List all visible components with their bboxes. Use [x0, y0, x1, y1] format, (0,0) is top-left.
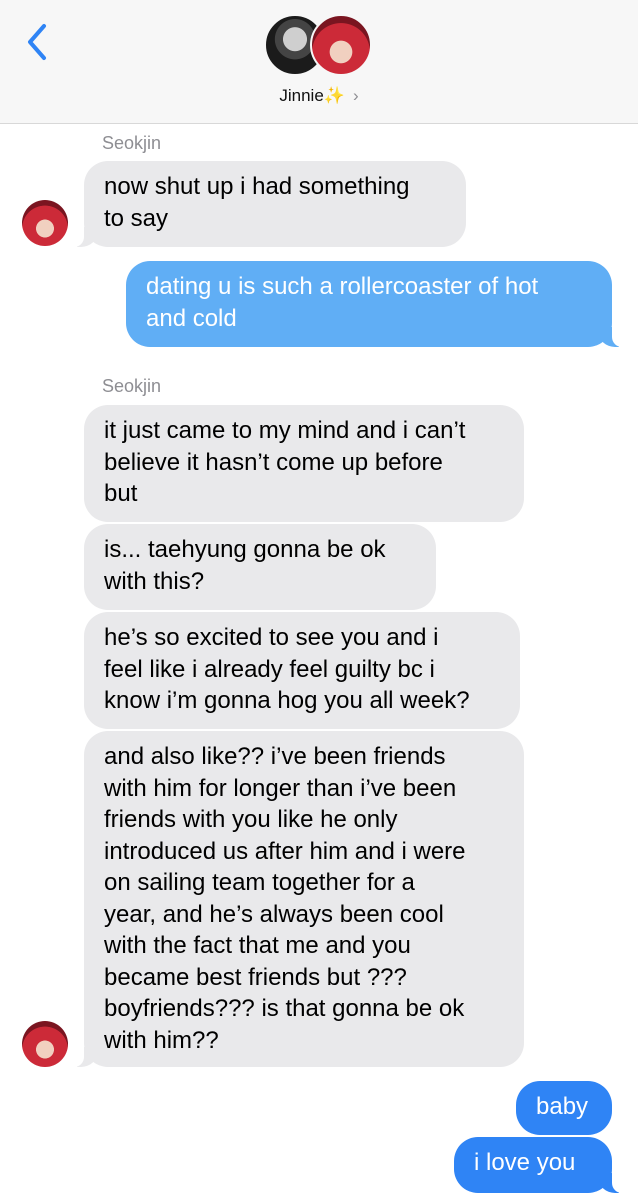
- outgoing-message-bubble[interactable]: dating u is such a rollercoaster of hot …: [126, 261, 622, 347]
- message-text: now shut up i had something to say: [104, 173, 410, 232]
- outgoing-message-bubble[interactable]: i love you: [454, 1137, 622, 1193]
- message-text: is... taehyung gonna be ok with this?: [104, 536, 386, 595]
- contact-name: Jinnie: [279, 86, 324, 105]
- avatar[interactable]: [22, 200, 68, 246]
- sender-name: Seokjin: [102, 376, 162, 396]
- message-text: it just came to my mind and i can’t beli…: [104, 417, 466, 507]
- avatar: [310, 14, 372, 76]
- chevron-right-icon: ›: [352, 86, 359, 105]
- conversation-header: Jinnie✨ ›: [0, 0, 638, 124]
- message-text: baby: [536, 1093, 589, 1120]
- message-text: and also like?? i’ve been friends with h…: [104, 743, 466, 1054]
- outgoing-message-bubble[interactable]: baby: [516, 1081, 612, 1135]
- incoming-message-bubble[interactable]: is... taehyung gonna be ok with this?: [84, 524, 436, 610]
- message-text: dating u is such a rollercoaster of hot …: [146, 273, 539, 332]
- avatar[interactable]: [22, 1021, 68, 1067]
- incoming-message-bubble[interactable]: he’s so excited to see you and i feel li…: [84, 612, 520, 729]
- contact-name-button[interactable]: Jinnie✨ ›: [0, 86, 638, 106]
- sparkles-emoji: ✨: [323, 86, 345, 105]
- chevron-left-icon[interactable]: [22, 22, 58, 62]
- sender-name: Seokjin: [102, 133, 162, 153]
- incoming-message-bubble[interactable]: now shut up i had something to say: [74, 161, 466, 247]
- message-text: he’s so excited to see you and i feel li…: [104, 624, 470, 714]
- message-text: i love you: [474, 1149, 576, 1176]
- incoming-message-bubble[interactable]: it just came to my mind and i can’t beli…: [84, 405, 524, 522]
- incoming-message-bubble[interactable]: and also like?? i’ve been friends with h…: [74, 731, 524, 1067]
- contact-avatars[interactable]: [264, 14, 376, 80]
